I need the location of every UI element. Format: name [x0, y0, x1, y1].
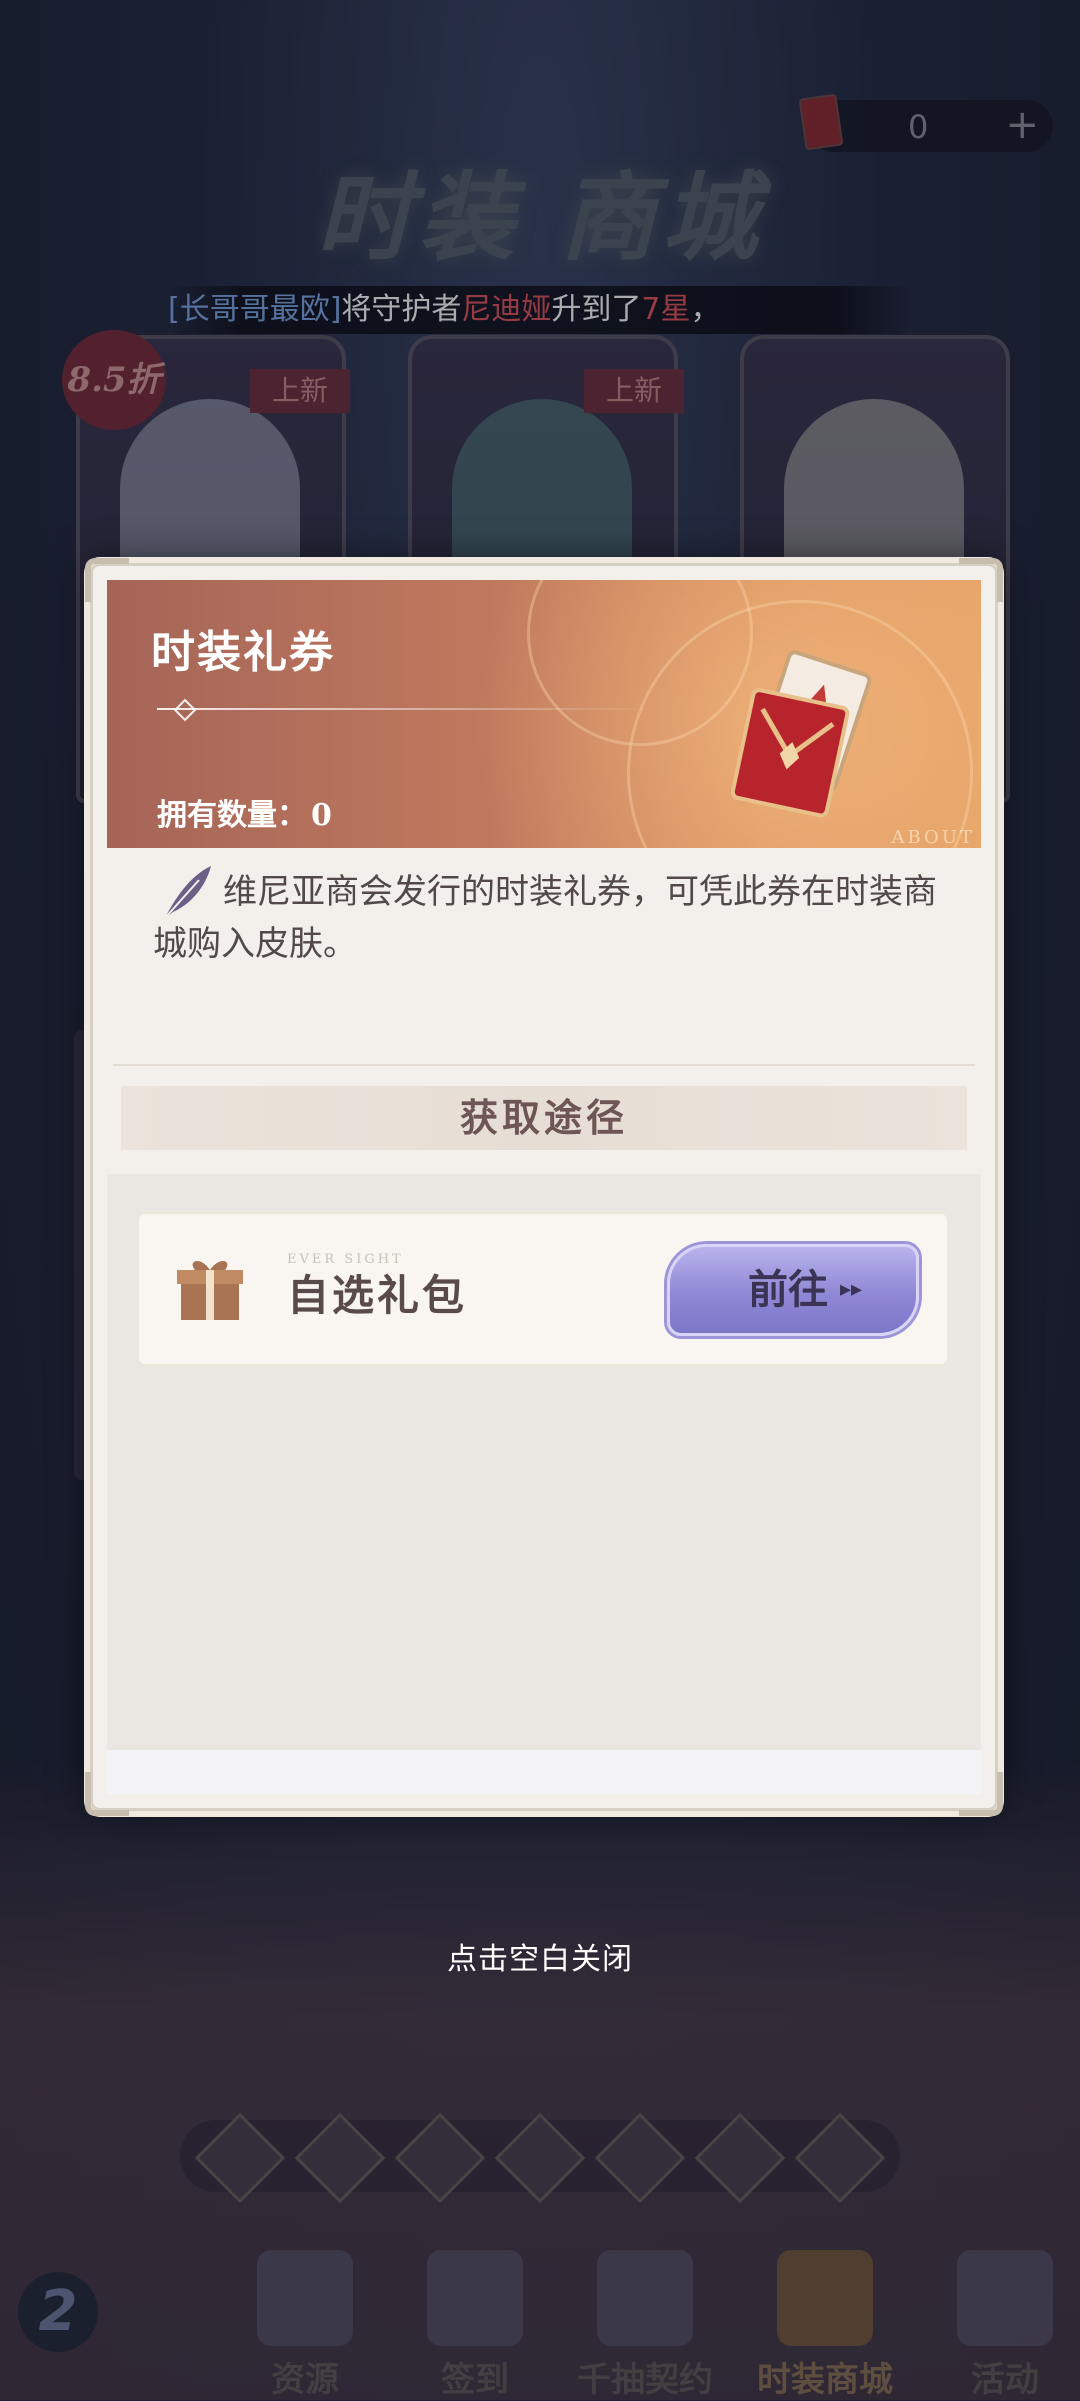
gift-box-icon	[177, 1260, 243, 1320]
section-divider	[113, 1064, 975, 1066]
source-section-header: 获取途径	[121, 1086, 967, 1150]
item-description: 维尼亚商会发行的时装礼券，可凭此券在时装商城购入皮肤。	[153, 872, 937, 964]
section-title: 获取途径	[459, 1095, 628, 1140]
item-header: 时装礼券 拥有数量： 0 ABOUT	[107, 580, 981, 848]
about-watermark: ABOUT	[891, 827, 975, 848]
go-button[interactable]: 前往 ▸▸	[667, 1244, 919, 1336]
source-item: EVER SIGHT 自选礼包 前往 ▸▸	[137, 1212, 949, 1366]
modal-footer	[107, 1750, 981, 1794]
title-divider	[157, 708, 657, 710]
item-detail-modal: 时装礼券 拥有数量： 0 ABOUT 维尼亚商会发行的时装礼券，可凭此券在时装商城…	[85, 558, 1003, 1816]
item-title: 时装礼券	[151, 627, 335, 678]
owned-label: 拥有数量：	[157, 798, 307, 833]
double-arrow-icon: ▸▸	[840, 1277, 863, 1302]
close-hint[interactable]: 点击空白关闭	[0, 1934, 1080, 1978]
fashion-coupon-icon	[730, 650, 872, 818]
go-button-label: 前往	[748, 1266, 828, 1313]
source-list: EVER SIGHT 自选礼包 前往 ▸▸	[107, 1174, 981, 1752]
owned-value: 0	[311, 798, 332, 833]
owned-count: 拥有数量： 0	[153, 790, 332, 834]
source-label: 自选礼包	[287, 1271, 468, 1320]
